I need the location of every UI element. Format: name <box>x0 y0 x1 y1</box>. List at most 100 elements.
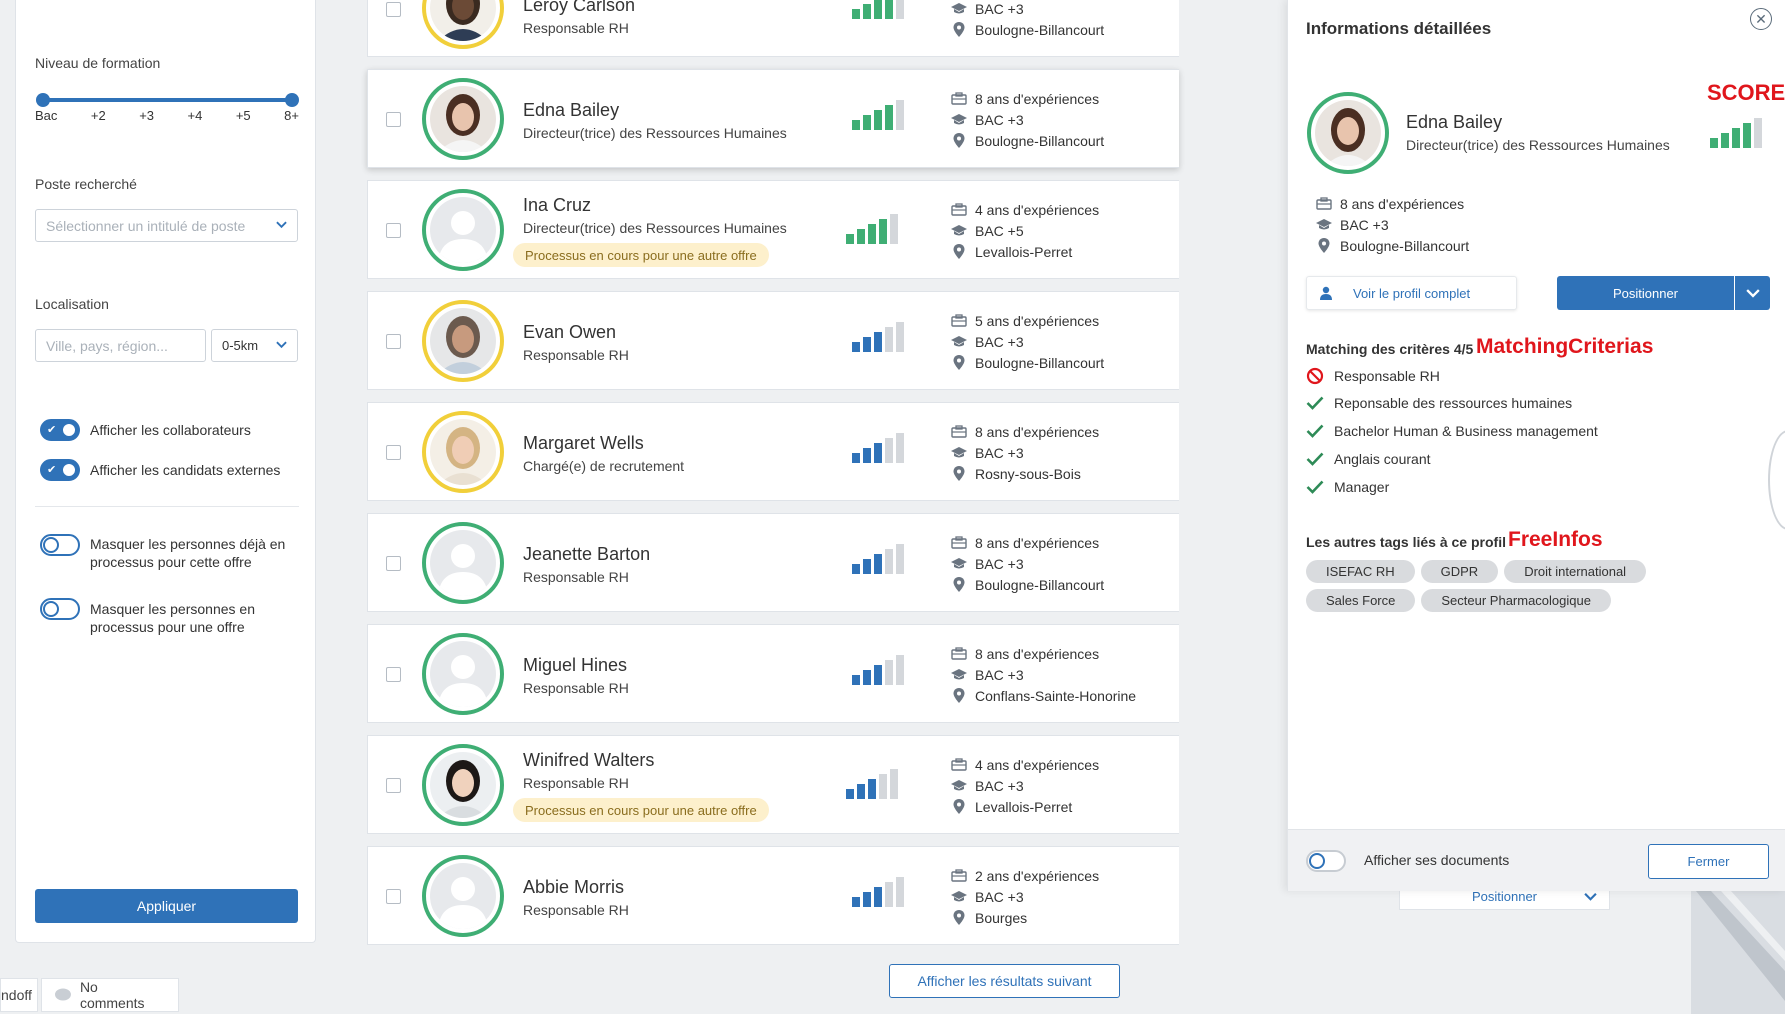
view-profile-button[interactable]: Voir le profil complet <box>1306 276 1517 310</box>
candidate-card[interactable]: Abbie Morris Responsable RH 2 ans d'expé… <box>367 846 1179 945</box>
profile-tag[interactable]: ISEFAC RH <box>1306 560 1415 583</box>
detail-score-bars <box>1710 118 1762 148</box>
profile-tag[interactable]: Sales Force <box>1306 589 1416 612</box>
candidate-name[interactable]: Winifred Walters <box>523 750 654 771</box>
candidate-education: BAC +3 <box>951 775 1099 796</box>
close-button[interactable]: Fermer <box>1648 844 1769 879</box>
candidate-avatar[interactable] <box>422 300 504 382</box>
comments-chip[interactable]: No comments <box>41 978 179 1012</box>
position-select[interactable]: Sélectionner un intitulé de poste <box>35 209 298 242</box>
detail-info: 8 ans d'expériences BAC +3 Boulogne-Bill… <box>1316 193 1469 256</box>
candidate-checkbox[interactable] <box>386 223 401 238</box>
candidate-experience-text: 8 ans d'expériences <box>975 423 1100 440</box>
more-results-button[interactable]: Afficher les résultats suivant <box>889 964 1120 998</box>
candidate-name[interactable]: Edna Bailey <box>523 100 619 121</box>
candidate-card[interactable]: Leroy Carlson Responsable RH BAC +3 Boulo… <box>367 0 1179 57</box>
candidate-checkbox[interactable] <box>386 556 401 571</box>
candidate-name[interactable]: Ina Cruz <box>523 195 591 216</box>
candidate-checkbox[interactable] <box>386 889 401 904</box>
candidate-role: Chargé(e) de recrutement <box>523 458 685 474</box>
toggle-hide-in-process-this-offer[interactable] <box>40 534 80 556</box>
toggle-show-external-candidates[interactable]: ✔ <box>40 459 80 481</box>
candidate-info: 2 ans d'expériences BAC +3 Bourges <box>951 865 1099 928</box>
candidate-avatar[interactable] <box>422 522 504 604</box>
candidate-name[interactable]: Abbie Morris <box>523 877 624 898</box>
radius-select[interactable]: 0-5km <box>211 329 298 362</box>
check-icon <box>1306 424 1324 438</box>
close-icon[interactable]: ✕ <box>1750 8 1772 30</box>
criteria-item: Anglais courant <box>1306 451 1431 467</box>
chevron-down-icon <box>1745 289 1760 298</box>
toggle-show-collaborators[interactable]: ✔ <box>40 419 80 441</box>
profile-tag[interactable]: Droit international <box>1504 560 1647 583</box>
status-badge: Processus en cours pour une autre offre <box>513 243 769 267</box>
score-bar <box>890 214 898 244</box>
candidate-avatar[interactable] <box>422 855 504 937</box>
location-pin-icon <box>953 688 965 703</box>
candidate-card[interactable]: Jeanette Barton Responsable RH 8 ans d'e… <box>367 513 1179 612</box>
education-slider-max-handle[interactable] <box>285 93 299 107</box>
candidate-location: Rosny-sous-Bois <box>951 463 1099 484</box>
candidate-name[interactable]: Margaret Wells <box>523 433 644 454</box>
candidate-avatar[interactable] <box>422 744 504 826</box>
candidate-name[interactable]: Evan Owen <box>523 322 616 343</box>
candidate-card[interactable]: Ina Cruz Directeur(trice) des Ressources… <box>367 180 1179 279</box>
apply-button[interactable]: Appliquer <box>35 889 298 923</box>
briefcase-icon <box>1316 197 1332 210</box>
candidate-name[interactable]: Leroy Carlson <box>523 0 635 16</box>
candidate-checkbox[interactable] <box>386 445 401 460</box>
candidate-avatar[interactable] <box>422 411 504 493</box>
bottom-chip-left[interactable]: ndoff <box>0 978 38 1012</box>
avatar-photo <box>430 419 496 485</box>
graduation-cap-icon <box>1316 219 1332 230</box>
candidate-card[interactable]: Winifred Walters Responsable RH Processu… <box>367 735 1179 834</box>
user-placeholder-icon <box>430 197 496 263</box>
candidate-experience: 8 ans d'expériences <box>951 532 1104 553</box>
education-slider-min-handle[interactable] <box>36 93 50 107</box>
location-pin-icon <box>953 244 965 259</box>
score-bar <box>857 229 865 244</box>
graduation-cap-icon <box>951 891 967 902</box>
candidate-score-bars <box>846 769 898 799</box>
score-bar <box>874 332 882 352</box>
candidate-education-text: BAC +3 <box>975 555 1024 572</box>
candidate-checkbox[interactable] <box>386 667 401 682</box>
divider <box>35 506 299 507</box>
candidate-card[interactable]: Margaret Wells Chargé(e) de recrutement … <box>367 402 1179 501</box>
candidate-name[interactable]: Miguel Hines <box>523 655 627 676</box>
candidate-card[interactable]: Evan Owen Responsable RH 5 ans d'expérie… <box>367 291 1179 390</box>
location-pin-icon <box>953 799 965 814</box>
check-icon: ✔ <box>47 424 57 436</box>
profile-tag[interactable]: Secteur Pharmacologique <box>1421 589 1611 612</box>
candidate-role: Responsable RH <box>523 775 629 791</box>
detail-title: Informations détaillées <box>1306 19 1492 38</box>
candidate-location-text: Levallois-Perret <box>975 243 1073 260</box>
candidate-card[interactable]: Edna Bailey Directeur(trice) des Ressour… <box>367 69 1179 168</box>
candidate-avatar[interactable] <box>422 78 504 160</box>
position-dropdown-button[interactable] <box>1735 276 1770 310</box>
briefcase-icon <box>951 536 967 549</box>
candidate-avatar[interactable] <box>422 0 504 49</box>
candidate-card[interactable]: Miguel Hines Responsable RH 8 ans d'expé… <box>367 624 1179 723</box>
bottom-chip-left-label: ndoff <box>1 987 32 1003</box>
education-slider[interactable] <box>41 98 292 102</box>
candidate-name[interactable]: Jeanette Barton <box>523 544 650 565</box>
profile-tag[interactable]: GDPR <box>1420 560 1499 583</box>
card-position-button-label: Positionner <box>1471 889 1538 904</box>
candidate-checkbox[interactable] <box>386 112 401 127</box>
score-bar <box>885 438 893 463</box>
candidate-checkbox[interactable] <box>386 2 401 17</box>
score-bar <box>874 665 882 685</box>
candidate-education: BAC +3 <box>951 0 1104 19</box>
education-ticks: Bac +2 +3 +4 +5 8+ <box>35 108 299 123</box>
candidate-avatar[interactable] <box>422 633 504 715</box>
score-bar <box>1754 118 1762 148</box>
candidate-avatar[interactable] <box>422 189 504 271</box>
toggle-hide-in-process-any-offer[interactable] <box>40 598 80 620</box>
position-button[interactable]: Positionner <box>1557 276 1734 310</box>
toggle-hide-in-process-any-offer-label: Masquer les personnes en processus pour … <box>90 601 255 635</box>
candidate-checkbox[interactable] <box>386 334 401 349</box>
candidate-checkbox[interactable] <box>386 778 401 793</box>
toggle-show-documents[interactable] <box>1306 850 1346 872</box>
location-input[interactable]: Ville, pays, région... <box>35 329 206 362</box>
